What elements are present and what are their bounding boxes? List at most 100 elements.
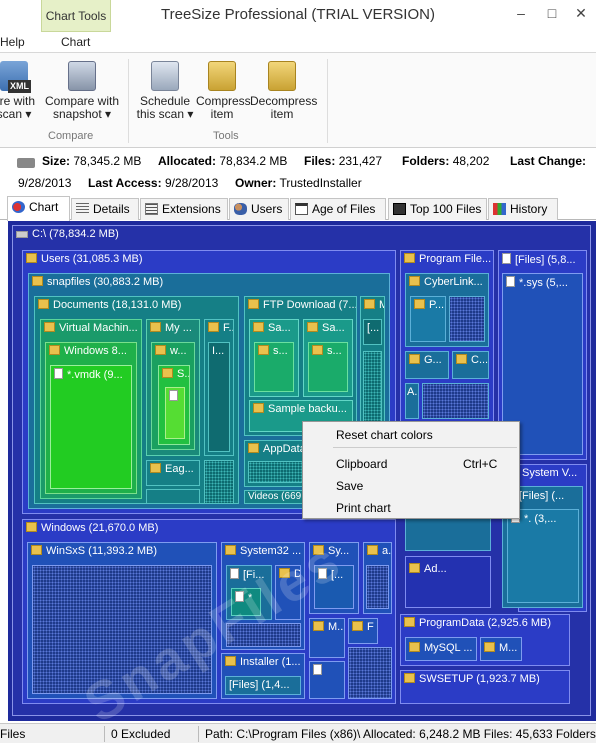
treemap-dots-block[interactable] — [248, 461, 308, 483]
folder-icon — [253, 322, 264, 332]
treemap-m2[interactable]: M... — [309, 618, 345, 658]
treemap-dots-block[interactable] — [449, 296, 485, 342]
tab-users[interactable]: Users — [229, 198, 289, 220]
status-bar: Files 0 Excluded Path: C:\Program Files … — [0, 723, 596, 743]
xml-export-icon: XML — [0, 61, 31, 93]
folder-icon — [32, 276, 43, 286]
menu-separator — [333, 447, 517, 448]
folder-icon — [352, 621, 363, 631]
window-title: TreeSize Professional (TRIAL VERSION) — [161, 6, 435, 23]
treemap-d[interactable]: D — [275, 565, 301, 620]
info-folders: Folders: 48,202 — [402, 154, 490, 168]
status-files: Files — [0, 727, 26, 741]
treemap-dots-block[interactable] — [226, 623, 301, 647]
info-size: Size: 78,345.2 MB — [42, 154, 142, 168]
treemap-dots-block[interactable] — [366, 565, 389, 609]
folder-icon — [225, 545, 236, 555]
treemap-a[interactable]: A... — [405, 383, 419, 419]
treemap-bracket-1[interactable]: [... — [363, 319, 382, 345]
close-button[interactable]: ✕ — [570, 4, 592, 22]
menu-reset-chart-colors[interactable]: Reset chart colors — [336, 428, 433, 442]
tab-top-100-files[interactable]: Top 100 Files — [388, 198, 487, 220]
treemap-mysql[interactable]: MySQL ... — [405, 637, 477, 661]
treemap-swsetup[interactable]: SWSETUP (1,923.7 MB) — [400, 670, 570, 704]
folder-icon — [253, 403, 264, 413]
status-path: Path: C:\Program Files (x86)\ Allocated:… — [205, 727, 596, 741]
menu-save[interactable]: Save — [336, 479, 363, 493]
chart-icon — [12, 201, 25, 213]
folder-icon — [456, 354, 467, 364]
file-icon — [506, 276, 515, 287]
folder-icon — [367, 545, 378, 555]
treemap-file-small[interactable] — [309, 661, 345, 699]
treemap-vmdk[interactable]: *.vmdk (9... — [50, 365, 132, 489]
treemap-dots-block[interactable] — [32, 565, 212, 694]
ribbon-tab-help[interactable]: Help — [0, 35, 25, 49]
clock-calendar-icon — [151, 61, 179, 91]
status-excluded: 0 Excluded — [111, 727, 171, 741]
group-compare-label: Compare — [48, 130, 94, 142]
treemap-i[interactable]: I... — [208, 342, 230, 452]
treemap-s-2[interactable]: s... — [308, 342, 348, 392]
tab-history[interactable]: History — [488, 198, 558, 220]
tab-details[interactable]: Details — [71, 198, 139, 220]
info-last-change: 9/28/2013 — [18, 176, 72, 190]
treemap-c[interactable]: C... — [452, 351, 489, 379]
folder-icon — [31, 545, 42, 555]
history-icon — [493, 203, 506, 215]
folder-icon — [150, 463, 161, 473]
export-xml-button[interactable]: XML are with scan ▾ — [0, 61, 42, 121]
folder-icon — [258, 345, 269, 355]
status-divider — [104, 726, 105, 742]
menu-clipboard[interactable]: Clipboard — [336, 457, 387, 471]
menu-print-chart[interactable]: Print chart — [336, 501, 391, 515]
folder-icon — [38, 299, 49, 309]
treemap-file-block[interactable] — [165, 387, 185, 439]
file-icon — [235, 591, 244, 602]
file-icon — [502, 253, 511, 264]
treemap-s-1[interactable]: s... — [254, 342, 294, 392]
folder-icon — [409, 642, 420, 652]
info-owner: Owner: TrustedInstaller — [235, 176, 362, 190]
file-icon — [318, 568, 327, 579]
info-files: Files: 231,427 — [304, 154, 383, 168]
compare-snapshot-button[interactable]: Compare with snapshot ▾ — [44, 61, 120, 121]
status-divider — [198, 726, 199, 742]
treemap-eag[interactable]: Eag... — [146, 460, 200, 486]
treemap-star[interactable]: * — [231, 588, 261, 616]
treemap-dots-block[interactable] — [422, 383, 489, 419]
treemap-f2[interactable]: F — [348, 618, 378, 644]
minimize-button[interactable]: – — [510, 4, 532, 22]
treemap-star3[interactable]: *. (3,... — [507, 509, 579, 603]
folder-icon — [404, 617, 415, 627]
folder-icon — [162, 368, 173, 378]
tab-age-of-files[interactable]: Age of Files — [290, 198, 386, 220]
ribbon-tab-chart[interactable]: Chart — [61, 35, 90, 49]
folder-icon — [312, 345, 323, 355]
folder-icon — [307, 322, 318, 332]
treemap-g[interactable]: G... — [405, 351, 449, 379]
compressed-folder-icon — [208, 61, 236, 91]
folder-icon — [484, 642, 495, 652]
group-tools-label: Tools — [213, 130, 239, 142]
compress-item-button[interactable]: Compress item — [196, 61, 251, 121]
treemap-dots-block[interactable] — [348, 647, 392, 699]
folder-icon — [404, 673, 415, 683]
tab-chart[interactable]: Chart — [7, 196, 70, 221]
tab-extensions[interactable]: Extensions — [140, 198, 228, 220]
folder-icon — [248, 299, 259, 309]
treemap-small-block[interactable] — [146, 489, 200, 504]
info-last-change-label: Last Change: — [510, 154, 587, 168]
top100-icon — [393, 203, 406, 215]
maximize-button[interactable]: □ — [541, 4, 563, 22]
treemap-dots-block[interactable] — [204, 460, 234, 504]
treemap-files-installer[interactable]: [Files] (1,4... — [225, 676, 301, 695]
treemap-bracket-2[interactable]: [... — [314, 565, 354, 609]
treemap-ad[interactable]: Ad... — [405, 556, 491, 608]
treemap-m3[interactable]: M... — [480, 637, 522, 661]
folder-icon — [409, 354, 420, 364]
decompress-item-button[interactable]: Decompress item — [250, 61, 317, 121]
treemap-p[interactable]: P... — [410, 296, 446, 342]
treemap-dots-block[interactable] — [363, 351, 382, 431]
schedule-scan-button[interactable]: Schedule this scan ▾ — [136, 61, 194, 121]
